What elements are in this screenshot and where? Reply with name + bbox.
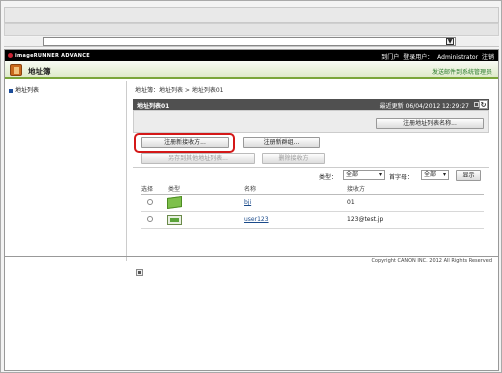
sidebar: 地址列表	[5, 81, 127, 261]
initial-filter-label: 首字母：	[389, 174, 414, 181]
canon-logo-icon	[8, 53, 13, 58]
destination-name-link[interactable]: user123	[244, 216, 269, 223]
refresh-button[interactable]: ↻	[479, 100, 488, 109]
sidebar-item-label: 地址列表	[15, 87, 40, 94]
table-row: bji 01	[141, 195, 484, 212]
brand-name: imageRUNNER ADVANCE	[15, 53, 90, 59]
type-filter-select[interactable]: 全部 ▾	[343, 170, 385, 180]
destination-name-link[interactable]: bji	[244, 199, 251, 206]
initial-filter-value: 全部	[424, 171, 437, 178]
type-filter-value: 全部	[346, 171, 359, 178]
row-select-radio[interactable]	[147, 199, 153, 205]
column-header-destination: 接收方	[347, 186, 366, 193]
register-new-group-button[interactable]: 注册新群组...	[243, 137, 320, 148]
page-title: 地址簿	[28, 67, 51, 76]
table-row: user123 123@test.jp	[141, 212, 484, 229]
list-header: 地址列表01 最近更新 06/04/2012 12:29:27 ↻	[133, 99, 489, 110]
delete-destination-button[interactable]: 删除接收方	[262, 153, 325, 164]
show-button[interactable]: 显示	[456, 170, 481, 181]
user-links: 到门户 登录用户： Administrator 注销	[379, 52, 494, 61]
browser-title-bar	[4, 7, 499, 23]
list-name-panel: 注册地址列表名称...	[133, 110, 489, 133]
destination-value: 123@test.jp	[347, 216, 384, 223]
divider	[133, 167, 489, 168]
title-header: 地址簿 发送邮件到系统管理员	[5, 61, 498, 79]
remote-ui-page: imageRUNNER ADVANCE 到门户 登录用户： Administra…	[4, 49, 499, 371]
breadcrumb: 地址簿：地址列表 > 地址列表01	[135, 87, 224, 94]
page-top-icon[interactable]	[136, 269, 143, 276]
footer-divider	[5, 256, 498, 257]
row-divider	[141, 228, 484, 229]
logout-link[interactable]: 注销	[482, 54, 494, 61]
copyright: Copyright CANON INC. 2012 All Rights Res…	[371, 258, 492, 264]
chevron-down-icon: ▾	[378, 171, 382, 178]
address-input[interactable]: ▼	[43, 37, 456, 46]
last-updated-value: 06/04/2012 12:29:27	[405, 103, 469, 110]
initial-filter-select[interactable]: 全部 ▾	[421, 170, 449, 180]
column-header-name: 名称	[244, 186, 257, 193]
browser-toolbar	[4, 23, 499, 36]
row-select-radio[interactable]	[147, 216, 153, 222]
portal-link[interactable]: 到门户	[381, 54, 399, 61]
last-updated: 最近更新 06/04/2012 12:29:27	[380, 101, 469, 110]
destination-value: 01	[347, 199, 355, 206]
address-book-icon	[10, 64, 22, 76]
last-updated-label: 最近更新	[379, 103, 404, 110]
login-user-name: Administrator	[437, 54, 479, 61]
chevron-down-icon: ▾	[442, 171, 446, 178]
bullet-icon	[9, 88, 13, 93]
type-filter-label: 类型：	[319, 174, 338, 181]
sidebar-item-address-list[interactable]: 地址列表	[9, 85, 39, 94]
address-dropdown-button[interactable]: ▼	[446, 38, 454, 45]
save-to-other-list-button[interactable]: 另存到其他地址列表...	[141, 153, 255, 164]
register-new-destination-button[interactable]: 注册新接收方...	[141, 137, 229, 148]
file-server-icon	[167, 215, 182, 225]
list-title: 地址列表01	[137, 103, 170, 110]
email-icon	[167, 195, 182, 210]
column-header-select: 选择	[141, 186, 154, 193]
mail-admin-link[interactable]: 发送邮件到系统管理员	[432, 67, 492, 76]
column-header-type: 类型	[168, 186, 181, 193]
register-list-name-button[interactable]: 注册地址列表名称...	[376, 118, 484, 129]
login-user-label: 登录用户：	[403, 54, 434, 61]
top-header: imageRUNNER ADVANCE 到门户 登录用户： Administra…	[5, 50, 498, 61]
browser-frame: ▼ imageRUNNER ADVANCE 到门户 登录用户： Administ…	[0, 0, 502, 373]
